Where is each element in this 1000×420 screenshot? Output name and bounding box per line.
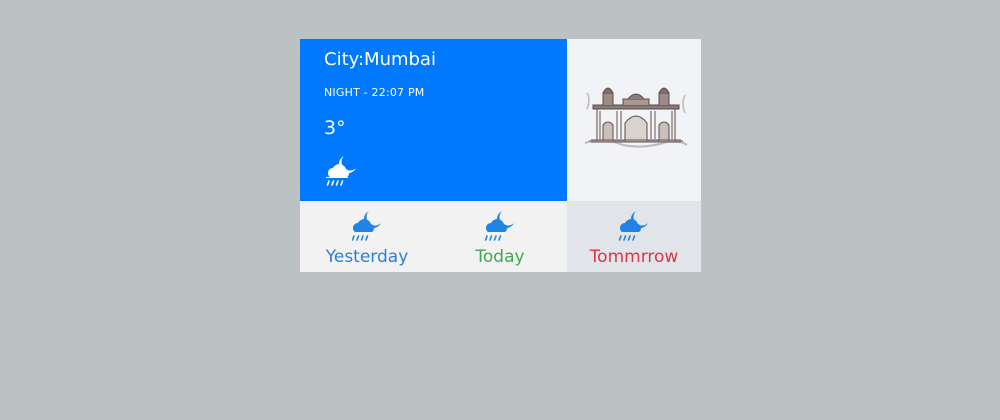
temperature: 3° [324,117,346,139]
current-weather-panel: City:Mumbai NIGHT - 22:07 PM 3° [300,39,567,201]
gateway-of-india-image [583,69,689,155]
forecast-label: Yesterday [325,247,409,267]
rain-night-icon [322,153,360,191]
forecast-tomorrow[interactable]: Tommrrow [567,201,701,272]
rain-night-icon [347,208,385,246]
rain-night-icon [614,208,652,246]
time-of-day: NIGHT - 22:07 PM [324,86,425,99]
forecast-today[interactable]: Today [433,201,567,272]
forecast-yesterday[interactable]: Yesterday [300,201,434,272]
forecast-label: Tommrrow [589,247,679,267]
forecast-label: Today [475,247,525,267]
rain-night-icon [480,208,518,246]
weather-widget: City:Mumbai NIGHT - 22:07 PM 3° Yesterda… [300,39,701,272]
landmark-panel [567,39,701,201]
city-name: City:Mumbai [324,49,436,70]
